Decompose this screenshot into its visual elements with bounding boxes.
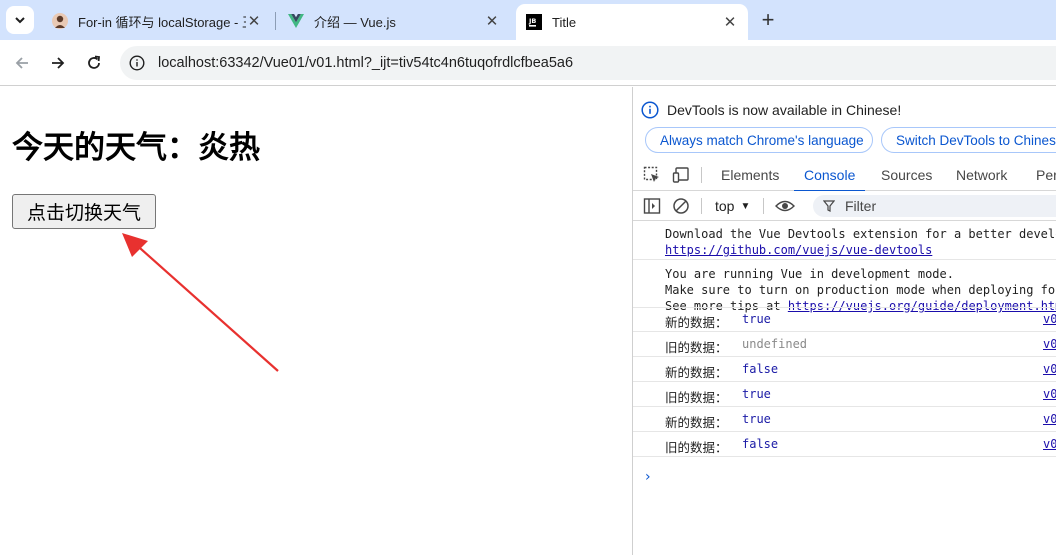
tab-title: For-in 循环与 localStorage - 王 xyxy=(78,14,246,30)
tab-network[interactable]: Network xyxy=(956,159,1007,191)
close-icon[interactable]: ✕ xyxy=(246,13,262,30)
message-link[interactable]: https://github.com/vuejs/vue-devtools xyxy=(665,243,932,257)
browser-tab-title-active[interactable]: JB Title ✕ xyxy=(516,4,748,40)
console-filter-input[interactable]: Filter xyxy=(813,195,1056,217)
log-row: 新的数据： true v01.html xyxy=(633,307,1056,332)
tab-strip: For-in 循环与 localStorage - 王 ✕ 介绍 — Vue.j… xyxy=(0,0,1056,40)
tab-search-button[interactable] xyxy=(6,6,34,34)
plus-icon: + xyxy=(761,7,775,32)
chevron-down-icon xyxy=(15,17,25,24)
match-chrome-language-button[interactable]: Always match Chrome's language xyxy=(645,127,873,153)
context-label: top xyxy=(715,198,735,214)
new-tab-button[interactable]: + xyxy=(754,6,782,34)
device-toolbar-icon[interactable] xyxy=(671,165,691,185)
log-label: 新的数据： xyxy=(665,365,728,380)
page-viewport: 今天的天气：炎热 点击切换天气 xyxy=(0,87,632,555)
devtools-panel: DevTools is now available in Chinese! Al… xyxy=(632,87,1056,555)
clear-console-icon[interactable] xyxy=(671,196,691,216)
tab-divider xyxy=(275,12,276,30)
weather-heading: 今天的天气：炎热 xyxy=(12,130,260,166)
site-info-icon[interactable] xyxy=(128,54,146,72)
toolbar-divider xyxy=(701,198,702,214)
arrow-right-icon xyxy=(52,57,65,69)
forward-button[interactable] xyxy=(44,49,72,77)
log-value: undefined xyxy=(742,337,808,351)
toolbar-divider xyxy=(763,198,764,214)
log-row: 新的数据： true v01.html xyxy=(633,407,1056,432)
switch-weather-button[interactable]: 点击切换天气 xyxy=(12,194,156,229)
filter-placeholder: Filter xyxy=(845,198,877,214)
caret-down-icon: ▼ xyxy=(740,200,751,212)
console-prompt-chevron-icon[interactable]: › xyxy=(645,469,651,485)
log-label: 旧的数据： xyxy=(665,390,728,405)
browser-tab-forin[interactable]: For-in 循环与 localStorage - 王 ✕ xyxy=(42,6,272,36)
jetbrains-icon: JB xyxy=(526,14,542,30)
notice-text: DevTools is now available in Chinese! xyxy=(667,102,902,118)
avatar-icon xyxy=(52,13,68,29)
toolbar-divider xyxy=(701,167,702,183)
log-value: true xyxy=(742,412,771,426)
reload-button[interactable] xyxy=(80,49,108,77)
close-icon[interactable]: ✕ xyxy=(484,13,500,30)
annotation-arrow xyxy=(122,233,279,372)
close-icon[interactable]: ✕ xyxy=(722,14,738,31)
arrow-left-icon xyxy=(15,57,28,69)
back-button[interactable] xyxy=(8,49,36,77)
filter-icon xyxy=(823,200,835,212)
log-source-link[interactable]: v01.html xyxy=(1043,312,1056,326)
log-value: true xyxy=(742,387,771,401)
inspect-element-icon[interactable] xyxy=(642,165,662,185)
message-divider xyxy=(633,259,1056,260)
log-row: 旧的数据： false v01.html xyxy=(633,432,1056,457)
context-selector[interactable]: top ▼ xyxy=(715,198,750,214)
log-label: 旧的数据： xyxy=(665,440,728,455)
log-source-link[interactable]: v01.html xyxy=(1043,437,1056,451)
reload-icon xyxy=(88,55,100,69)
tab-performance[interactable]: Performance xyxy=(1036,159,1056,191)
browser-toolbar: localhost:63342/Vue01/v01.html?_ijt=tiv5… xyxy=(0,40,1056,86)
svg-text:JB: JB xyxy=(528,17,536,25)
tab-elements[interactable]: Elements xyxy=(721,159,779,191)
address-bar[interactable]: localhost:63342/Vue01/v01.html?_ijt=tiv5… xyxy=(120,46,1056,80)
vue-logo-icon xyxy=(288,13,304,29)
log-source-link[interactable]: v01.html xyxy=(1043,387,1056,401)
log-row: 旧的数据： undefined v01.html xyxy=(633,332,1056,357)
message-text: You are running Vue in development mode. xyxy=(665,267,954,281)
tab-sources[interactable]: Sources xyxy=(881,159,932,191)
log-row: 新的数据： false v01.html xyxy=(633,357,1056,382)
language-notice: DevTools is now available in Chinese! xyxy=(641,101,901,119)
message-text: Download the Vue Devtools extension for … xyxy=(665,227,1056,241)
log-value: true xyxy=(742,312,771,326)
log-value: false xyxy=(742,437,779,451)
devtools-tab-bar: Elements Console Sources Network Perform… xyxy=(633,159,1056,192)
message-text: Make sure to turn on production mode whe… xyxy=(665,283,1056,297)
log-source-link[interactable]: v01.html xyxy=(1043,337,1056,351)
log-label: 旧的数据： xyxy=(665,340,728,355)
log-value: false xyxy=(742,362,779,376)
info-icon xyxy=(641,101,659,119)
log-row: 旧的数据： true v01.html xyxy=(633,382,1056,407)
tab-title: 介绍 — Vue.js xyxy=(314,14,396,30)
url-text[interactable]: localhost:63342/Vue01/v01.html?_ijt=tiv5… xyxy=(158,55,573,71)
console-toolbar: top ▼ Filter xyxy=(633,191,1056,221)
log-label: 新的数据： xyxy=(665,415,728,430)
sidebar-toggle-icon[interactable] xyxy=(642,196,662,216)
browser-tab-vue[interactable]: 介绍 — Vue.js ✕ xyxy=(278,6,510,36)
log-source-link[interactable]: v01.html xyxy=(1043,412,1056,426)
log-source-link[interactable]: v01.html xyxy=(1043,362,1056,376)
log-label: 新的数据： xyxy=(665,315,728,330)
tab-console[interactable]: Console xyxy=(793,159,866,192)
live-expression-eye-icon[interactable] xyxy=(775,196,795,216)
tab-title: Title xyxy=(552,14,577,30)
console-output: Download the Vue Devtools extension for … xyxy=(633,221,1056,555)
switch-to-chinese-button[interactable]: Switch DevTools to Chinese xyxy=(881,127,1056,153)
